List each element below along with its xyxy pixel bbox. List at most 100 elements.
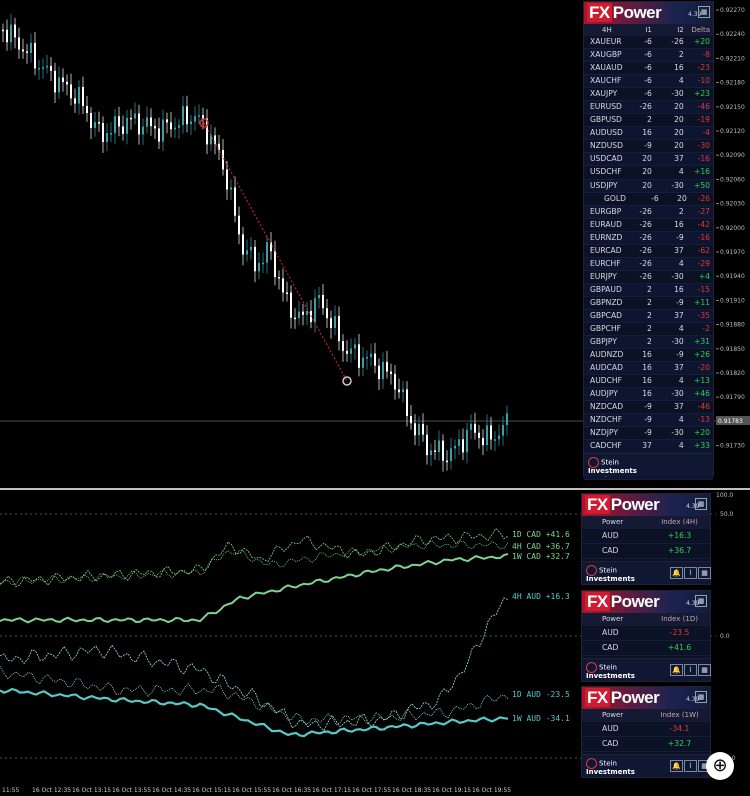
candle-body <box>234 187 236 216</box>
fxpower-main-panel: FX Power 4.39 ▦ 4H I1 I2 Delta XAUEUR -6 -2… <box>583 1 714 480</box>
bell-icon[interactable]: 🔔 <box>670 664 683 676</box>
pair-i2: 20 <box>674 102 684 112</box>
price-axis-label: 0.91730 <box>720 443 745 450</box>
candle-body <box>462 439 464 453</box>
pair-name: XAUJPY <box>590 89 618 99</box>
pair-delta: +33 <box>693 441 710 451</box>
table-row[interactable]: AUDNZD 16 -9 +26 <box>584 349 713 363</box>
grid-icon[interactable]: ▦ <box>695 498 707 510</box>
pair-delta: +20 <box>693 37 710 46</box>
pair-i2: 16 <box>674 284 684 294</box>
table-row[interactable]: AUDCAD 16 37 -20 <box>584 362 713 376</box>
table-row[interactable]: GBPJPY 2 -30 +31 <box>584 336 713 350</box>
table-row[interactable]: AUDJPY 16 -30 +46 <box>584 388 713 402</box>
table-row[interactable]: GBPUSD 2 20 -19 <box>584 114 713 128</box>
price-axis-label: 0.92210 <box>720 55 745 62</box>
candle-body <box>438 440 440 452</box>
grid-icon[interactable]: ▦ <box>698 6 710 18</box>
candle-body <box>398 389 400 393</box>
series-label: 1W AUD -34.1 <box>512 714 570 723</box>
candle-body <box>306 310 308 315</box>
panel-footer: Stein Investments 🔔 ⌇ ▦ <box>582 658 711 681</box>
pair-delta: -27 <box>697 206 710 216</box>
table-row[interactable]: EURJPY -26 -30 +4 <box>584 271 713 284</box>
table-row[interactable]: NZDCAD -9 37 -46 <box>584 401 713 415</box>
table-row[interactable]: EURAUD -26 16 -42 <box>584 219 713 232</box>
candle-body <box>450 448 452 462</box>
candle-body <box>198 115 200 117</box>
current-price-label: 0.91783 <box>718 418 743 425</box>
candle-body <box>302 311 304 315</box>
candle-body <box>174 127 176 130</box>
grid-icon[interactable]: ▦ <box>695 691 707 703</box>
table-row[interactable]: NZDCHF -9 4 -13 <box>584 414 713 428</box>
table-row[interactable]: NZDUSD -9 20 -30 <box>584 140 713 154</box>
table-row[interactable]: EURCAD -26 37 -62 <box>584 245 713 258</box>
table-row[interactable]: EURCHF -26 4 -29 <box>584 257 713 271</box>
pair-delta: -19 <box>697 115 710 125</box>
table-row[interactable]: EURUSD -26 20 -46 <box>584 101 713 115</box>
pair-delta: +23 <box>693 89 710 99</box>
table-row[interactable]: AUDUSD 16 20 -4 <box>584 127 713 141</box>
pair-delta: -29 <box>697 258 710 268</box>
chart-icon[interactable]: ⌇ <box>684 760 697 772</box>
pair-i2: 37 <box>674 154 684 164</box>
bell-icon[interactable]: 🔔 <box>670 760 683 772</box>
candle-body <box>138 113 140 135</box>
zoom-in-icon[interactable]: ⊕ <box>706 752 734 780</box>
bell-icon[interactable]: 🔔 <box>670 567 683 579</box>
table-row[interactable]: XAUCHF -6 4 -10 <box>584 75 713 89</box>
table-row[interactable]: CADCHF 37 4 +33 <box>584 440 713 454</box>
table-row[interactable]: XAUAUD -6 16 -23 <box>584 62 713 76</box>
table-row[interactable]: USDCAD 20 37 -16 <box>584 153 713 167</box>
candle-body <box>294 317 296 320</box>
pair-delta: -62 <box>697 245 710 255</box>
pair-name: EURJPY <box>590 271 617 281</box>
table-row[interactable]: EURGBP -26 2 -27 <box>584 205 713 219</box>
candle-body <box>6 29 8 43</box>
table-row[interactable]: XAUJPY -6 -30 +23 <box>584 88 713 102</box>
price-axis-label: 0.91880 <box>720 322 745 329</box>
table-row[interactable]: GOLD -6 20 -26 <box>584 193 713 206</box>
table-row[interactable]: USDJPY 20 -30 +50 <box>584 179 713 193</box>
candle-body <box>474 423 476 433</box>
pair-i2: -9 <box>676 232 684 242</box>
indicator-axis-label: 0.0 <box>720 633 730 640</box>
table-row[interactable]: XAUEUR -6 -26 +20 <box>584 36 713 50</box>
candle-body <box>446 460 448 463</box>
pair-name: GBPJPY <box>590 337 617 347</box>
chart-icon[interactable]: ⌇ <box>684 567 697 579</box>
table-row[interactable]: GBPNZD 2 -9 +11 <box>584 297 713 310</box>
candle-body <box>394 373 396 390</box>
panel-footer: Stein Investments 🔔 ⌇ ▦ <box>582 754 711 777</box>
table-row[interactable]: USDCHF 20 4 +16 <box>584 166 713 180</box>
table-row[interactable]: GBPCHF 2 4 -2 <box>584 323 713 337</box>
time-axis-label: 16 Oct 19:55 <box>472 787 511 794</box>
pair-i1: -26 <box>639 271 652 281</box>
cad-1w-line <box>0 552 509 624</box>
candle-body <box>402 389 404 393</box>
table-row[interactable]: GBPAUD 2 16 -15 <box>584 283 713 297</box>
table-row[interactable]: XAUGBP -6 2 -8 <box>584 49 713 63</box>
grid-icon[interactable]: ▦ <box>698 664 711 676</box>
candle-body <box>78 87 80 104</box>
candle-body <box>254 246 256 272</box>
table-row[interactable]: NZDJPY -9 -30 +20 <box>584 427 713 441</box>
candle-body <box>498 435 500 440</box>
index-header: Power Index (1W) <box>582 709 710 722</box>
grid-icon[interactable]: ▦ <box>695 595 707 607</box>
chart-icon[interactable]: ⌇ <box>684 664 697 676</box>
grid-icon[interactable]: ▦ <box>698 567 711 579</box>
candle-body <box>358 344 360 368</box>
pair-i2: -9 <box>676 297 684 307</box>
pair-delta: +16 <box>693 167 710 177</box>
candle-body <box>370 353 372 358</box>
candle-body <box>166 119 168 123</box>
candle-body <box>10 24 12 43</box>
index-row: CAD +41.6 <box>582 641 710 656</box>
table-row[interactable]: EURNZD -26 -9 -16 <box>584 231 713 245</box>
header-timeframe: 4H <box>602 26 612 34</box>
table-row[interactable]: AUDCHF 16 4 +13 <box>584 375 713 389</box>
table-row[interactable]: GBPCAD 2 37 -35 <box>584 309 713 324</box>
pair-name: XAUAUD <box>590 63 623 73</box>
